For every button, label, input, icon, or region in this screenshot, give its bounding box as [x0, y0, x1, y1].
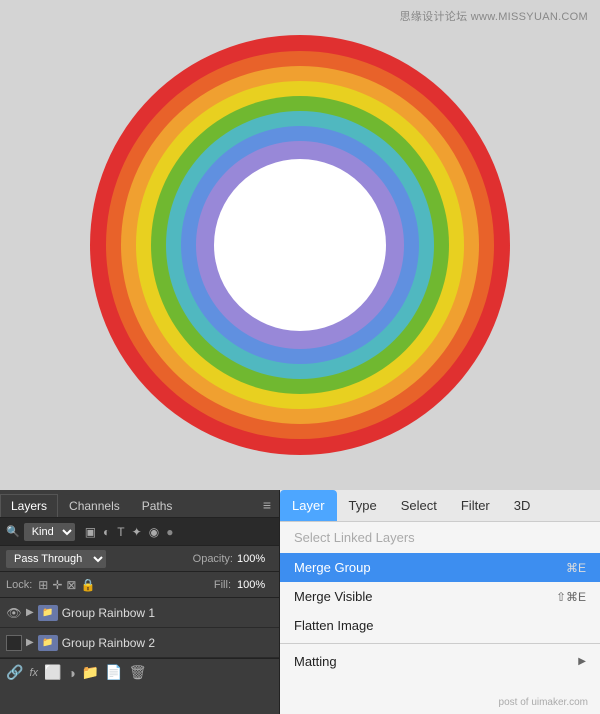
add-mask-icon[interactable]: ⬜ [44, 664, 61, 681]
watermark: 思缘设计论坛 www.MISSYUAN.COM [400, 8, 588, 24]
filter-kind-select[interactable]: Kind [24, 523, 75, 541]
toggle-filter-icon[interactable]: ● [164, 524, 175, 540]
fill-label: Fill: [214, 579, 231, 591]
merge-visible-label: Merge Visible [294, 589, 373, 604]
lock-icons-group: ⊞ ✛ ⊠ 🔒 [38, 578, 95, 592]
opacity-value: 100% [237, 553, 273, 565]
flatten-image-label: Flatten Image [294, 618, 374, 633]
menu-item-select-linked: Select Linked Layers [280, 522, 600, 553]
menu-divider [280, 643, 600, 644]
layers-bottom-bar: 🔗 fx ⬜ ◑ 📁 📄 🗑 [0, 658, 279, 686]
layer-item-group1[interactable]: 👁 ▶ 📁 Group Rainbow 1 [0, 598, 279, 628]
menu-item-merge-visible[interactable]: Merge Visible ⇧⌘E [280, 582, 600, 611]
adjustment-filter-icon[interactable]: ◐ [101, 524, 112, 540]
layer-visibility-1[interactable]: 👁 [6, 605, 22, 621]
menu-item-merge-group[interactable]: Merge Group ⌘E [280, 553, 600, 582]
fx-icon[interactable]: fx [29, 667, 38, 679]
menu-item-flatten-image[interactable]: Flatten Image [280, 611, 600, 640]
menu-tabs: Layer Type Select Filter 3D [280, 490, 600, 522]
menu-tab-type[interactable]: Type [337, 490, 389, 521]
lock-pixels-icon[interactable]: ⊞ [38, 578, 48, 592]
rainbow-graphic [90, 35, 510, 455]
link-layers-icon[interactable]: 🔗 [6, 664, 23, 681]
lock-artboard-icon[interactable]: ⊠ [66, 578, 76, 592]
lock-all-icon[interactable]: 🔒 [80, 578, 95, 592]
merge-group-label: Merge Group [294, 560, 371, 575]
menu-tab-filter[interactable]: Filter [449, 490, 502, 521]
layer-item-group2[interactable]: ▶ 📁 Group Rainbow 2 [0, 628, 279, 658]
adjustments-icon[interactable]: ◑ [67, 665, 75, 681]
layer-expand-1[interactable]: ▶ [26, 607, 34, 618]
lock-move-icon[interactable]: ✛ [52, 578, 62, 592]
search-icon: 🔍 [6, 525, 20, 538]
layers-blending-row: Pass Through Opacity: 100% [0, 546, 279, 572]
tab-channels[interactable]: Channels [58, 494, 131, 517]
lock-label: Lock: [6, 579, 32, 591]
layer-name-1: Group Rainbow 1 [62, 606, 273, 620]
tab-paths[interactable]: Paths [131, 494, 184, 517]
new-group-icon[interactable]: 📁 [82, 664, 99, 681]
menu-item-matting[interactable]: Matting ▶ [280, 647, 600, 676]
smart-filter-icon[interactable]: ◉ [147, 524, 161, 540]
menu-tab-select[interactable]: Select [389, 490, 449, 521]
type-filter-icon[interactable]: T [115, 524, 126, 540]
layers-panel: Layers Channels Paths ≡ 🔍 Kind ▣ ◐ T ✦ ◉… [0, 490, 280, 714]
layer-expand-2[interactable]: ▶ [26, 637, 34, 648]
panel-options-icon[interactable]: ≡ [255, 493, 279, 517]
layer-visibility-2[interactable] [6, 635, 22, 651]
menu-panel: Layer Type Select Filter 3D Select Linke… [280, 490, 600, 714]
tab-layers[interactable]: Layers [0, 494, 58, 517]
layers-lock-row: Lock: ⊞ ✛ ⊠ 🔒 Fill: 100% [0, 572, 279, 598]
bottom-ui-area: Layers Channels Paths ≡ 🔍 Kind ▣ ◐ T ✦ ◉… [0, 490, 600, 714]
layers-tabs: Layers Channels Paths ≡ [0, 490, 279, 518]
layer-folder-icon-1: 📁 [38, 605, 58, 621]
matting-arrow-icon: ▶ [578, 656, 586, 667]
menu-tab-layer[interactable]: Layer [280, 490, 337, 521]
layer-folder-icon-2: 📁 [38, 635, 58, 651]
merge-group-shortcut: ⌘E [566, 561, 586, 575]
fill-value: 100% [237, 579, 273, 591]
filter-icons-group: ▣ ◐ T ✦ ◉ ● [83, 524, 176, 540]
shape-filter-icon[interactable]: ✦ [130, 524, 144, 540]
delete-layer-icon[interactable]: 🗑 [129, 664, 147, 681]
new-layer-icon[interactable]: 📄 [105, 664, 122, 681]
layer-name-2: Group Rainbow 2 [62, 636, 273, 650]
canvas-area: 思缘设计论坛 www.MISSYUAN.COM [0, 0, 600, 490]
pixel-filter-icon[interactable]: ▣ [83, 524, 98, 540]
blend-mode-select[interactable]: Pass Through [6, 550, 106, 568]
post-credit: post of uimaker.com [499, 697, 588, 708]
merge-visible-shortcut: ⇧⌘E [556, 590, 586, 604]
opacity-label: Opacity: [193, 553, 233, 565]
layers-search-row: 🔍 Kind ▣ ◐ T ✦ ◉ ● [0, 518, 279, 546]
menu-tab-3d[interactable]: 3D [502, 490, 543, 521]
matting-label: Matting [294, 654, 337, 669]
